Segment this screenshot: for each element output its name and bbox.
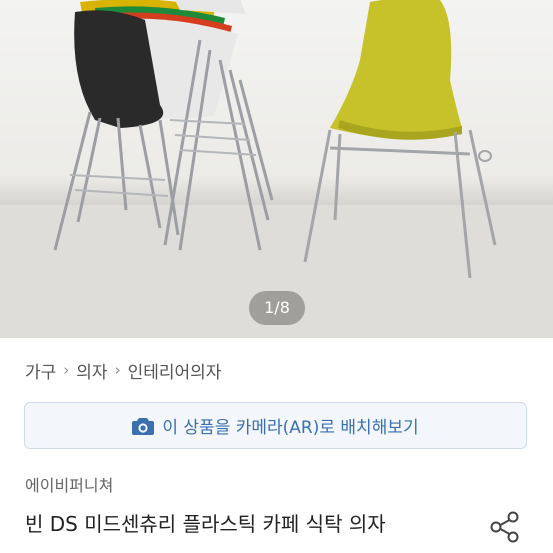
ar-button-label: 이 상품을 카메라(AR)로 배치해보기 <box>162 418 419 438</box>
chevron-right-icon: › <box>114 361 121 379</box>
share-button[interactable] <box>485 509 525 549</box>
breadcrumb: 가구 › 의자 › 인테리어의자 <box>25 357 221 383</box>
breadcrumb-item-interior-chair[interactable]: 인테리어의자 <box>128 358 222 383</box>
product-photo <box>0 0 553 338</box>
share-icon <box>487 509 523 549</box>
camera-icon <box>132 416 155 436</box>
page-indicator: 1/8 <box>249 291 305 325</box>
breadcrumb-item-chair[interactable]: 의자 <box>76 358 107 383</box>
brand-name[interactable]: 에이비퍼니쳐 <box>25 472 113 496</box>
breadcrumb-item-furniture[interactable]: 가구 <box>25 358 56 383</box>
chevron-right-icon: › <box>63 361 70 379</box>
product-title: 빈 DS 미드센츄리 플라스틱 카페 식탁 의자 <box>25 512 386 536</box>
ar-placement-button[interactable]: 이 상품을 카메라(AR)로 배치해보기 <box>24 402 527 449</box>
product-image-gallery[interactable]: 1/8 <box>0 0 553 338</box>
